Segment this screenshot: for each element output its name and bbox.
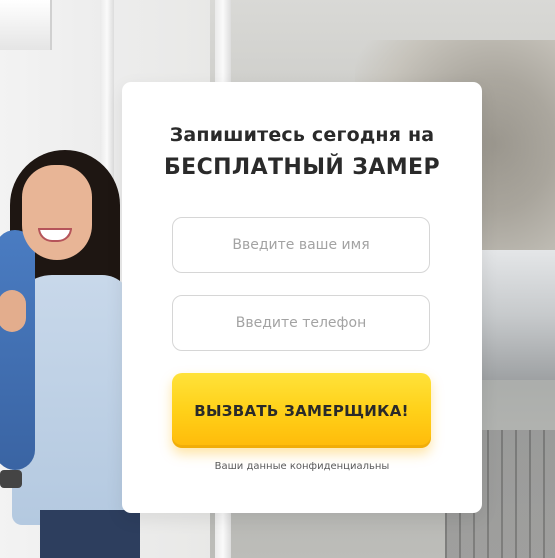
child-arm xyxy=(0,230,35,470)
person-jeans xyxy=(40,510,140,558)
person-hand xyxy=(0,290,26,332)
person-face xyxy=(22,165,92,260)
form-subheadline: БЕСПЛАТНЫЙ ЗАМЕР xyxy=(163,155,441,180)
watch xyxy=(0,470,22,488)
phone-input[interactable] xyxy=(172,295,430,351)
call-measurer-button[interactable]: ВЫЗВАТЬ ЗАМЕРЩИКА! xyxy=(172,373,431,448)
wall-lamp xyxy=(0,0,52,50)
privacy-note: Ваши данные конфиденциальны xyxy=(214,461,390,472)
signup-form-card: Запишитесь сегодня на БЕСПЛАТНЫЙ ЗАМЕР В… xyxy=(122,82,482,513)
name-input[interactable] xyxy=(172,217,430,273)
form-headline: Запишитесь сегодня на xyxy=(169,124,435,146)
landing-section: Запишитесь сегодня на БЕСПЛАТНЫЙ ЗАМЕР В… xyxy=(0,0,555,558)
